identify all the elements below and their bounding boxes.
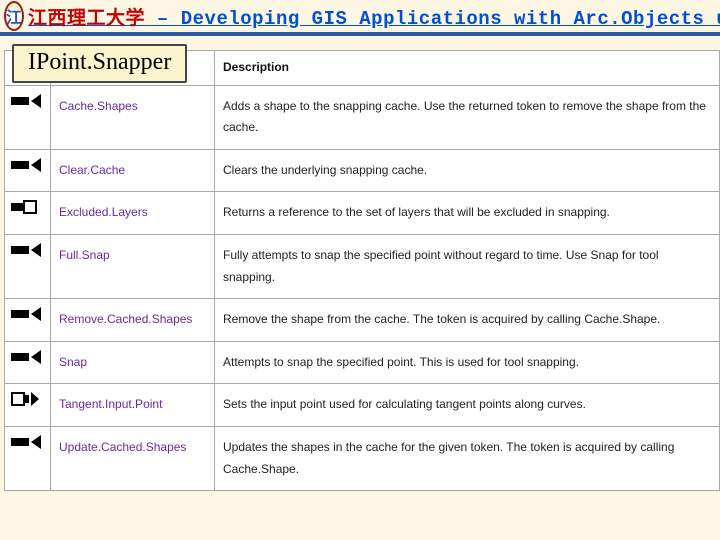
member-type-icon-cell [5,341,51,384]
method-icon [11,350,41,364]
member-description: Clears the underlying snapping cache. [215,149,720,192]
col-desc-header: Description [215,51,720,86]
member-name-cell: Update.Cached.Shapes [51,426,215,490]
member-name-link[interactable]: Full.Snap [59,248,110,262]
table-row: Clear.Cache Clears the underlying snappin… [5,149,720,192]
method-icon [11,158,41,172]
member-name-cell: Clear.Cache [51,149,215,192]
method-icon [11,94,41,108]
logo-letter: 江 [6,4,22,28]
table-row: Full.Snap Fully attempts to snap the spec… [5,234,720,298]
member-name-cell: Cache.Shapes [51,85,215,149]
table-row: Update.Cached.Shapes Updates the shapes i… [5,426,720,490]
title-dash: – [145,8,181,30]
table-row: Remove.Cached.Shapes Remove the shape fro… [5,299,720,342]
member-type-icon-cell [5,149,51,192]
title-cn: 江西理工大学 [28,8,145,30]
member-name-cell: Excluded.Layers [51,192,215,235]
member-description: Sets the input point used for calculatin… [215,384,720,427]
member-name-link[interactable]: Cache.Shapes [59,99,138,113]
table-row: Snap Attempts to snap the specified point… [5,341,720,384]
table-row: Tangent.Input.Point Sets the input point … [5,384,720,427]
member-type-icon-cell [5,426,51,490]
member-name-link[interactable]: Clear.Cache [59,163,125,177]
page-title: 江西理工大学 – Developing GIS Applications wit… [28,3,720,30]
member-name-cell: Remove.Cached.Shapes [51,299,215,342]
member-name-cell: Full.Snap [51,234,215,298]
member-description: Returns a reference to the set of layers… [215,192,720,235]
title-en: Developing GIS Applications with Arc.Obj… [181,8,720,30]
member-type-icon-cell [5,85,51,149]
member-type-icon-cell [5,192,51,235]
method-icon [11,435,41,449]
member-name-link[interactable]: Tangent.Input.Point [59,397,162,411]
member-type-icon-cell [5,384,51,427]
member-name-cell: Tangent.Input.Point [51,384,215,427]
page-header: 江 江西理工大学 – Developing GIS Applications w… [0,0,720,36]
members-table: Description Cache.Shapes Adds a shape to … [4,50,720,491]
member-name-link[interactable]: Remove.Cached.Shapes [59,312,192,326]
member-description: Adds a shape to the snapping cache. Use … [215,85,720,149]
table-row: Excluded.Layers Returns a reference to th… [5,192,720,235]
method-icon [11,307,41,321]
propput-icon [11,392,41,406]
table-row: Cache.Shapes Adds a shape to the snapping… [5,85,720,149]
propget-icon [11,200,41,214]
university-logo-icon: 江 [4,1,24,31]
member-type-icon-cell [5,234,51,298]
member-type-icon-cell [5,299,51,342]
member-description: Fully attempts to snap the specified poi… [215,234,720,298]
member-name-cell: Snap [51,341,215,384]
member-description: Remove the shape from the cache. The tok… [215,299,720,342]
members-table-wrap: Description Cache.Shapes Adds a shape to … [4,50,720,491]
interface-name-badge: IPoint.Snapper [12,44,187,83]
member-description: Updates the shapes in the cache for the … [215,426,720,490]
member-name-link[interactable]: Update.Cached.Shapes [59,440,186,454]
member-description: Attempts to snap the specified point. Th… [215,341,720,384]
method-icon [11,243,41,257]
member-name-link[interactable]: Snap [59,355,87,369]
member-name-link[interactable]: Excluded.Layers [59,205,148,219]
